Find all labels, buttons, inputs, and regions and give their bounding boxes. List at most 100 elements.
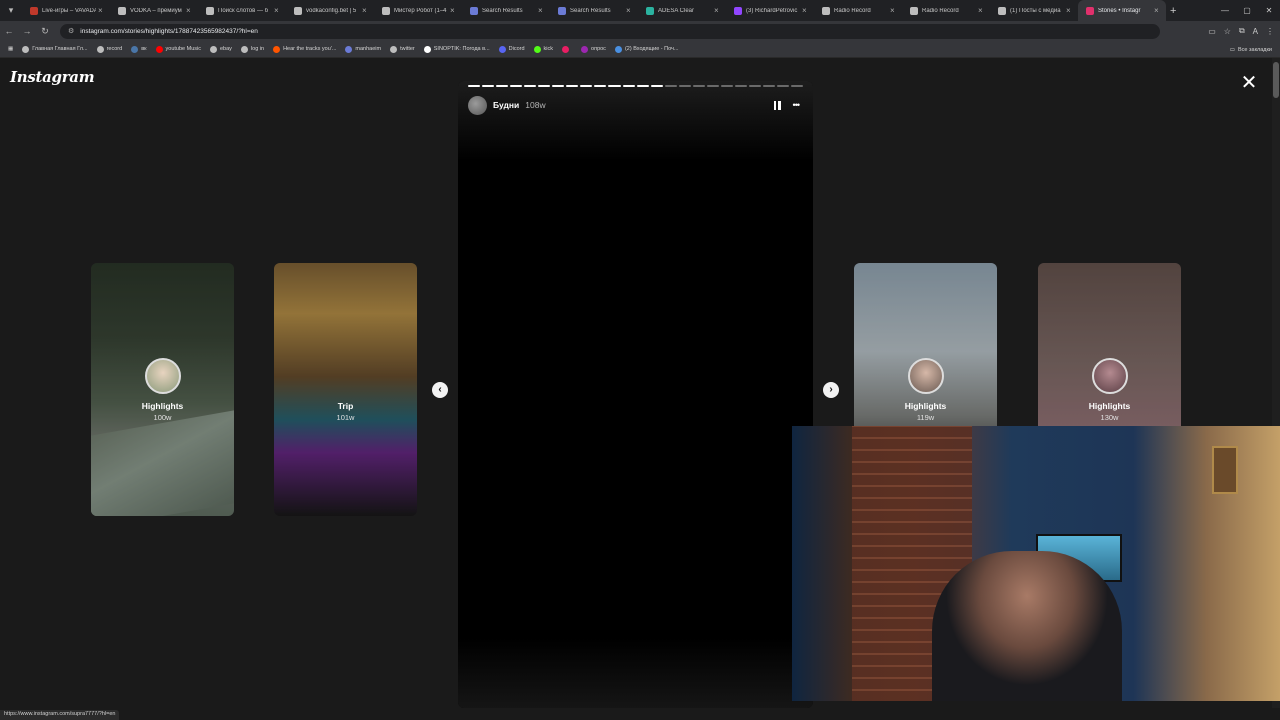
bookmark-label: Hear the tracks you'... — [283, 46, 337, 52]
bookmark-item[interactable]: log in — [240, 45, 265, 53]
progress-segment — [664, 85, 677, 87]
browser-tab[interactable]: Search Results × — [462, 0, 550, 21]
browser-tab[interactable]: (3) RichardPetrovic × — [726, 0, 814, 21]
browser-tab[interactable]: VODKA – премиум × — [110, 0, 198, 21]
browser-tab[interactable]: Мистер Робот (1–4 × — [374, 0, 462, 21]
tab-close-icon[interactable]: × — [978, 6, 986, 15]
story-bottom-gradient — [458, 638, 813, 708]
story-title[interactable]: Будни — [493, 100, 519, 110]
bookmark-favicon-icon — [131, 45, 139, 53]
progress-segment — [762, 85, 776, 87]
tab-close-icon[interactable]: × — [538, 6, 546, 15]
tab-close-icon[interactable]: × — [1066, 6, 1074, 15]
previous-story-button[interactable]: ‹ — [432, 382, 448, 398]
next-story-button[interactable]: › — [823, 382, 839, 398]
menu-icon[interactable]: ⋮ — [1266, 27, 1274, 36]
cast-icon[interactable]: ▭ — [1208, 27, 1216, 36]
site-info-icon[interactable]: ⚙ — [68, 27, 74, 35]
close-stories-button[interactable]: ✕ — [1238, 72, 1260, 94]
tab-close-icon[interactable]: × — [714, 6, 722, 15]
minimize-icon[interactable]: — — [1214, 6, 1236, 15]
maximize-icon[interactable]: ▢ — [1236, 6, 1258, 15]
all-bookmarks-label: Все закладки — [1237, 46, 1272, 53]
thumb-avatar — [908, 358, 944, 394]
tab-close-icon[interactable]: × — [626, 6, 634, 15]
bookmark-star-icon[interactable]: ☆ — [1224, 27, 1231, 36]
bookmark-item[interactable]: Hear the tracks you'... — [273, 45, 337, 53]
story-header: Будни 108w ••• — [468, 95, 803, 115]
tab-favicon-icon — [998, 6, 1006, 15]
browser-tab[interactable]: Поиск слотов — б × — [198, 0, 286, 21]
bookmark-item[interactable] — [562, 45, 572, 53]
bookmark-label: SINOPTIK: Погода в... — [433, 46, 490, 52]
bookmark-item[interactable]: SINOPTIK: Погода в... — [423, 45, 490, 53]
tab-label: Live-игры – VAVADA — [42, 7, 96, 14]
story-thumb-2[interactable]: Trip 101w — [274, 263, 417, 516]
tab-label: Мистер Робот (1–4 — [394, 7, 447, 14]
browser-tab[interactable]: Live-игры – VAVADA × — [22, 0, 110, 21]
progress-segment — [496, 85, 509, 87]
bookmark-item[interactable]: опрос — [581, 45, 606, 53]
bookmark-item[interactable]: youtube Music — [155, 45, 201, 53]
reload-icon[interactable]: ↻ — [36, 26, 54, 37]
tab-favicon-icon — [382, 6, 390, 15]
tab-close-icon[interactable]: × — [450, 6, 458, 15]
browser-tab[interactable]: Stories • Instagr × — [1078, 0, 1166, 21]
tab-close-icon[interactable]: × — [802, 6, 810, 15]
story-thumb-1[interactable]: Highlights 100w — [91, 263, 234, 516]
tab-close-icon[interactable]: × — [186, 6, 194, 15]
tab-close-icon[interactable]: × — [362, 6, 370, 15]
all-bookmarks-folder[interactable]: ▭ Все закладки — [1230, 41, 1272, 58]
forward-icon[interactable]: → — [18, 26, 36, 36]
pause-icon[interactable] — [773, 100, 781, 110]
apps-icon[interactable]: ▦ — [8, 46, 13, 52]
bookmark-favicon-icon — [533, 45, 541, 53]
browser-tab[interactable]: (1) Посты с медиа × — [990, 0, 1078, 21]
progress-segment — [580, 85, 593, 87]
window-close-icon[interactable]: ✕ — [1258, 6, 1280, 15]
bookmark-item[interactable]: вк — [131, 45, 147, 53]
browser-tab[interactable]: Search Results × — [550, 0, 638, 21]
bookmark-item[interactable]: record — [96, 45, 122, 53]
instagram-logo[interactable]: Instagram — [10, 68, 95, 86]
bookmark-item[interactable]: Dicord — [498, 45, 525, 53]
address-bar[interactable]: ⚙ instagram.com/stories/highlights/17887… — [60, 23, 1160, 39]
bookmark-item[interactable]: ebay — [209, 45, 232, 53]
tab-close-icon[interactable]: × — [98, 6, 106, 15]
bookmark-item[interactable]: kick — [533, 45, 553, 53]
bookmark-item[interactable]: twitter — [390, 45, 415, 53]
browser-tab[interactable]: vodkaconfig.bet | 5 × — [286, 0, 374, 21]
tab-close-icon[interactable]: × — [1154, 6, 1162, 15]
more-options-icon[interactable]: ••• — [793, 100, 801, 110]
story-progress-bar — [468, 85, 804, 87]
browser-tab[interactable]: ADESA Clear × — [638, 0, 726, 21]
browser-tab[interactable]: Radio Record × — [902, 0, 990, 21]
progress-segment — [678, 85, 691, 87]
bookmark-label: (2) Входящие - Поч... — [624, 46, 679, 52]
thumb-time: 100w — [153, 413, 172, 422]
tab-favicon-icon — [910, 6, 918, 15]
tab-label: Stories • Instagr — [1098, 7, 1141, 14]
tab-favicon-icon — [30, 6, 38, 15]
scrollbar-thumb[interactable] — [1273, 62, 1279, 98]
thumb-avatar — [1092, 358, 1128, 394]
progress-segment — [566, 85, 579, 87]
story-viewer[interactable]: Будни 108w ••• — [458, 81, 813, 708]
bookmark-item[interactable]: (2) Входящие - Поч... — [614, 45, 679, 53]
bookmark-label: log in — [250, 46, 265, 52]
story-avatar[interactable] — [468, 95, 487, 115]
new-tab-button[interactable]: + — [1170, 5, 1176, 17]
thumb-avatar — [145, 358, 181, 394]
bookmark-item[interactable]: manhaeim — [345, 45, 381, 53]
tab-search-icon[interactable]: ▾ — [0, 0, 22, 21]
browser-tab[interactable]: Radio Record × — [814, 0, 902, 21]
back-icon[interactable]: ← — [0, 26, 18, 36]
extensions-icon[interactable]: ⧉ — [1239, 26, 1245, 36]
profile-icon[interactable]: A — [1253, 27, 1258, 36]
tab-close-icon[interactable]: × — [274, 6, 282, 15]
tab-close-icon[interactable]: × — [890, 6, 898, 15]
instagram-stories-page: Instagram ✕ Highlights 100w Trip 101w ‹ … — [0, 58, 1280, 708]
streamer — [932, 551, 1122, 701]
bookmark-item[interactable]: Главная Главная Гл... — [22, 45, 88, 53]
thumb-title: Highlights — [141, 401, 184, 411]
